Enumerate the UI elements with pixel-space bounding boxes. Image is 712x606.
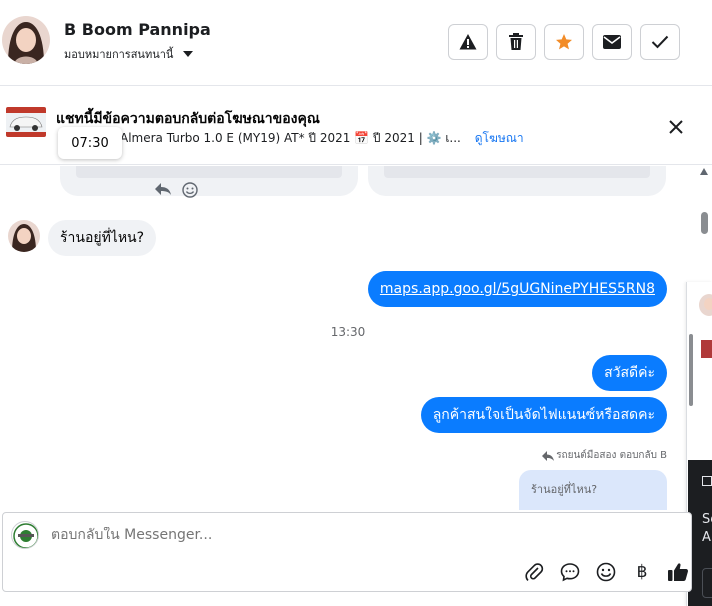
reply-meta: รถยนต์มือสอง ตอบกลับ B [542, 448, 667, 463]
check-icon [651, 35, 669, 49]
header-actions [448, 24, 680, 60]
popup-text: Se [702, 512, 712, 527]
quoted-message[interactable]: ร้านอยู่ที่ไหน? [519, 470, 667, 510]
contact-name: B Boom Pannipa [64, 20, 211, 39]
scroll-up-arrow[interactable] [700, 168, 708, 175]
incoming-message[interactable]: ร้านอยู่ที่ไหน? [48, 220, 157, 256]
outgoing-message[interactable]: ลูกค้าสนใจเป็นจัดไฟแนนซ์หรือสดคะ [420, 397, 667, 433]
warning-icon [459, 34, 477, 50]
reply-icon[interactable] [154, 182, 172, 196]
reply-arrow-icon [542, 450, 555, 461]
reply-meta-text: รถยนต์มือสอง ตอบกลับ B [556, 450, 667, 461]
conversation-header: B Boom Pannipa มอบหมายการสนทนานี้ [0, 0, 712, 86]
composer-toolbar: ฿ [523, 561, 689, 583]
chat-bubble-icon [560, 563, 580, 582]
emoji-icon [596, 562, 616, 582]
mini-ad-thumbnail[interactable] [701, 340, 712, 358]
contact-avatar-small [8, 220, 40, 252]
mini-avatar[interactable] [699, 294, 712, 316]
report-spam-button[interactable] [448, 24, 488, 60]
assign-conversation-dropdown[interactable]: มอบหมายการสนทนานี้ [64, 45, 194, 63]
attach-button[interactable] [523, 561, 545, 583]
emoji-button[interactable] [595, 561, 617, 583]
mark-unread-button[interactable] [592, 24, 632, 60]
star-button[interactable] [544, 24, 584, 60]
previous-message-card [368, 166, 666, 196]
reply-composer: ฿ [2, 512, 692, 592]
message-thread[interactable]: ร้านอยู่ที่ไหน? maps.app.goo.gl/5gUGNine… [0, 166, 712, 512]
thumbs-up-icon [668, 563, 688, 581]
mark-done-button[interactable] [640, 24, 680, 60]
message-actions [154, 182, 198, 198]
delete-button[interactable] [496, 24, 536, 60]
like-button[interactable] [667, 561, 689, 583]
trash-icon [509, 33, 523, 50]
timestamp-tooltip: 07:30 [58, 127, 122, 159]
outgoing-message-link[interactable]: maps.app.goo.gl/5gUGNinePYHES5RN8 [367, 271, 667, 307]
ad-detail-line: Almera Turbo 1.0 E (MY19) AT* ปี 2021 📅 … [120, 129, 524, 148]
scrollbar-thumb[interactable] [701, 212, 708, 234]
baht-icon: ฿ [636, 562, 648, 582]
message-input[interactable] [51, 527, 651, 543]
react-emoji-icon[interactable] [182, 182, 198, 198]
popup-button[interactable] [702, 568, 712, 598]
popup-text: A [702, 530, 711, 545]
view-ad-link[interactable]: ดูโฆษณา [475, 131, 524, 145]
payment-button[interactable]: ฿ [631, 561, 653, 583]
panel-scrollbar[interactable] [689, 334, 693, 406]
ad-detail-text: Almera Turbo 1.0 E (MY19) AT* ปี 2021 📅 … [120, 131, 461, 145]
contact-avatar[interactable] [2, 16, 50, 64]
outgoing-message[interactable]: สวัสดีค่ะ [592, 355, 667, 391]
saved-replies-button[interactable] [559, 561, 581, 583]
paperclip-icon [525, 563, 544, 581]
previous-message-card [60, 166, 358, 196]
star-icon [556, 34, 572, 50]
page-avatar [11, 521, 39, 549]
time-separator: 13:30 [330, 325, 366, 339]
calendar-icon [702, 476, 712, 486]
chevron-down-icon [183, 51, 194, 57]
envelope-icon [603, 35, 621, 49]
close-icon [669, 120, 683, 134]
close-banner-button[interactable] [666, 117, 686, 137]
assign-label: มอบหมายการสนทนานี้ [64, 48, 174, 61]
ad-thumbnail[interactable] [6, 107, 46, 137]
